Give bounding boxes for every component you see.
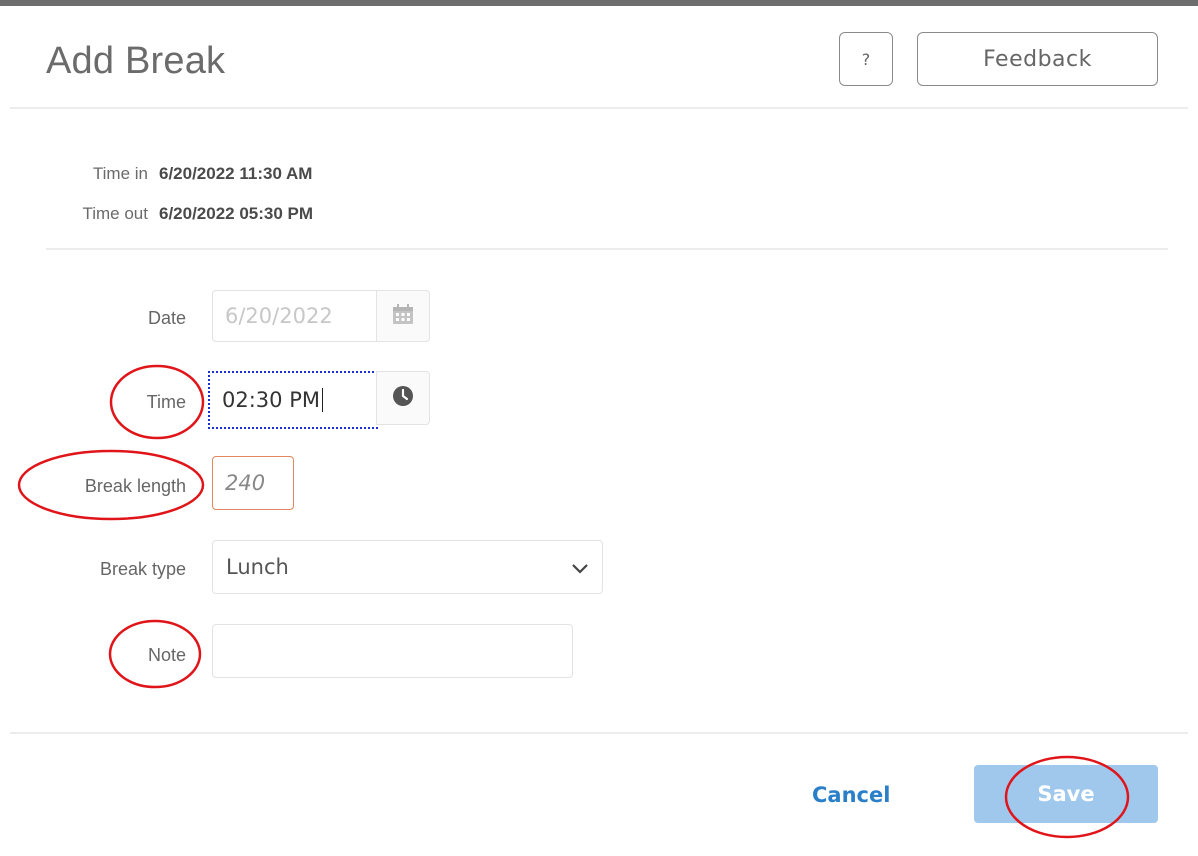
info-divider	[46, 248, 1168, 250]
break-type-value: Lunch	[226, 555, 289, 579]
dialog-title: Add Break	[46, 40, 226, 82]
break-length-label: Break length	[84, 476, 186, 496]
time-in-value: 6/20/2022 11:30 AM	[159, 164, 313, 183]
time-input-text: 02:30 PM	[222, 388, 320, 412]
footer-divider	[10, 732, 1188, 734]
date-picker-button[interactable]	[376, 290, 430, 342]
break-length-input[interactable]: 240	[212, 456, 294, 510]
calendar-icon	[391, 302, 415, 331]
help-button[interactable]: ?	[839, 32, 893, 86]
break-type-select[interactable]: Lunch	[212, 540, 603, 594]
time-label: Time	[146, 392, 186, 412]
window-top-border	[0, 0, 1198, 6]
header-divider	[10, 107, 1188, 109]
time-out-label: Time out	[82, 204, 148, 223]
annotation-overlay	[17, 364, 1130, 839]
note-input[interactable]	[212, 624, 573, 678]
time-out-value: 6/20/2022 05:30 PM	[159, 204, 314, 223]
save-button[interactable]: Save	[974, 765, 1158, 823]
break-type-label: Break type	[99, 559, 186, 579]
date-input[interactable]: 6/20/2022	[212, 290, 377, 342]
clock-icon	[391, 384, 415, 413]
text-caret	[321, 388, 323, 412]
note-label: Note	[147, 645, 186, 665]
date-label: Date	[147, 308, 186, 328]
feedback-button[interactable]: Feedback	[917, 32, 1158, 86]
cancel-button[interactable]: Cancel	[812, 783, 890, 807]
time-input[interactable]: 02:30 PM	[208, 371, 378, 429]
chevron-down-icon	[572, 555, 588, 579]
time-picker-button[interactable]	[376, 371, 430, 425]
time-in-label: Time in	[92, 164, 148, 183]
